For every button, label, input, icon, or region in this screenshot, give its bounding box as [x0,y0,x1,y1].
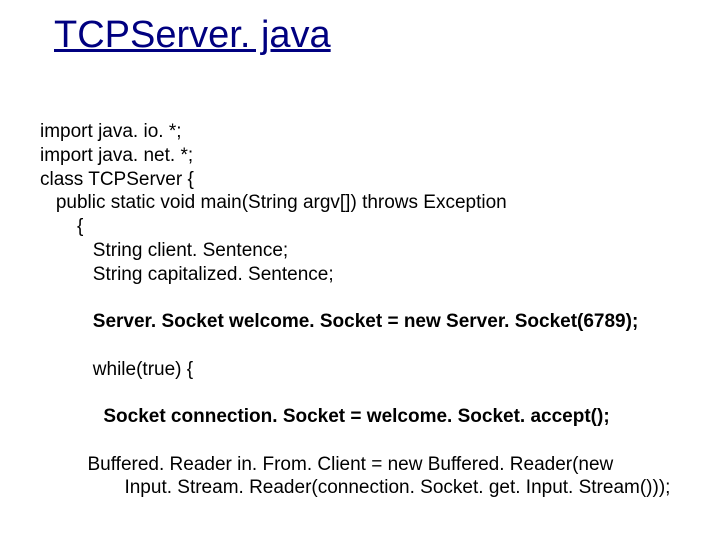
code-line: class TCPServer { [40,169,194,190]
code-line-bold: Socket connection. Socket = welcome. Soc… [40,406,610,427]
code-line: Input. Stream. Reader(connection. Socket… [40,477,670,498]
code-line: import java. net. *; [40,145,193,166]
code-block: import java. io. *; import java. net. *;… [40,120,700,500]
code-line: public static void main(String argv[]) t… [40,192,507,213]
code-line: import java. io. *; [40,121,182,142]
code-line: String client. Sentence; [40,240,288,261]
code-line: while(true) { [40,359,193,380]
slide-title: TCPServer. java [54,14,331,57]
code-line: String capitalized. Sentence; [40,264,334,285]
code-line-bold: Server. Socket welcome. Socket = new Ser… [40,311,638,332]
code-line: { [40,216,83,237]
code-line: Buffered. Reader in. From. Client = new … [40,454,613,475]
slide: TCPServer. java import java. io. *; impo… [0,0,720,540]
